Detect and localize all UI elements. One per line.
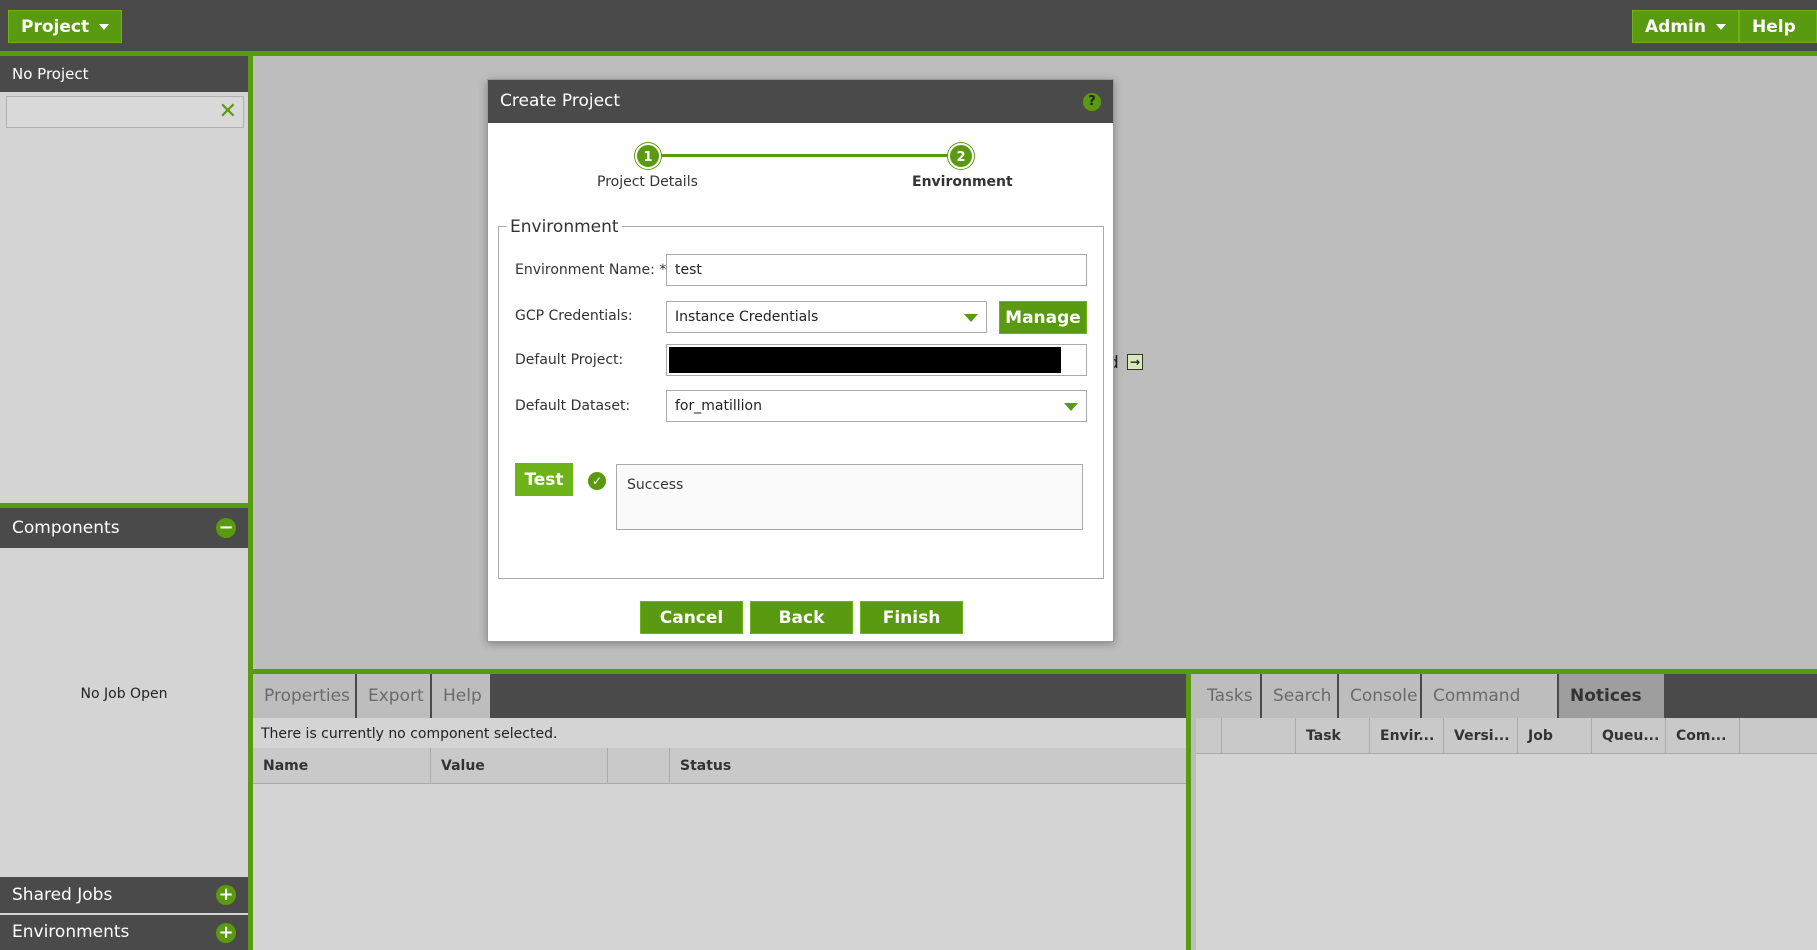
success-check-icon: ✓ [588,472,606,490]
components-header[interactable]: Components − [0,508,248,548]
top-bar: Project Admin Help [0,0,1817,63]
properties-grid-header: Name Value Status [253,748,1186,784]
tab-properties[interactable]: Properties [253,674,357,718]
finish-button[interactable]: Finish [860,601,963,634]
project-header: No Project [0,56,248,92]
environments-header[interactable]: Environments + [0,915,248,950]
tab-tasks[interactable]: Tasks [1196,674,1262,718]
back-button[interactable]: Back [750,601,853,634]
gcp-credentials-label: GCP Credentials: [515,308,633,324]
dialog-title: Create Project [500,91,621,111]
tasks-panel: Tasks Search Console Command Log Notices… [1196,674,1817,950]
create-project-dialog: Create Project ? 1 2 Project Details Env… [487,79,1114,642]
column-header-blank-3[interactable] [1740,718,1817,754]
help-menu-button[interactable]: Help [1739,10,1817,63]
column-header-value[interactable]: Value [431,748,608,784]
no-component-message: There is currently no component selected… [261,726,558,742]
default-dataset-select[interactable]: for_matillion [666,390,1087,422]
test-result-text: Success [627,477,684,493]
redacted-block [669,347,1061,373]
default-dataset-value: for_matillion [675,398,762,414]
step-2-indicator: 2 [948,143,974,169]
project-header-label: No Project [12,65,89,83]
help-icon[interactable]: ? [1083,93,1101,111]
gcp-credentials-select[interactable]: Instance Credentials [666,301,987,333]
shared-jobs-header[interactable]: Shared Jobs + [0,877,248,913]
fieldset-legend: Environment [507,217,622,237]
column-header-environment[interactable]: Envir... [1370,718,1444,754]
default-project-label: Default Project: [515,352,624,368]
tab-command-log[interactable]: Command Log [1422,674,1559,750]
chevron-down-icon[interactable] [964,314,978,322]
clear-icon[interactable]: ✕ [219,99,237,125]
properties-tab-bar: Properties Export Help [253,674,1186,718]
column-header-queued[interactable]: Queu... [1592,718,1666,754]
gcp-credentials-value: Instance Credentials [675,309,819,325]
expand-icon[interactable]: + [216,885,236,905]
components-header-label: Components [12,518,120,538]
tasks-grid-header: Task Envir... Versi... Job Queu... Com..… [1196,718,1817,754]
tab-export[interactable]: Export [357,674,432,718]
project-search-input[interactable]: ✕ [6,96,244,128]
environments-label: Environments [12,922,130,942]
column-header-blank[interactable] [608,748,670,784]
step-2-label: Environment [912,174,1013,190]
column-header-blank-2[interactable] [1222,718,1296,754]
tab-search[interactable]: Search [1262,674,1339,718]
column-header-completed[interactable]: Com... [1666,718,1740,754]
chevron-down-icon [99,24,110,30]
column-header-task[interactable]: Task [1296,718,1370,754]
wizard-progress-line [648,154,962,157]
tab-help[interactable]: Help [432,674,492,718]
manage-button[interactable]: Manage [999,301,1087,334]
admin-menu-label: Admin [1645,17,1706,37]
tab-console[interactable]: Console [1339,674,1422,718]
environment-name-field[interactable]: test [666,254,1087,286]
column-header-status[interactable]: Status [670,748,1186,784]
column-header-version[interactable]: Versi... [1444,718,1518,754]
arrow-into-box-icon[interactable]: → [1127,354,1143,370]
expand-icon[interactable]: + [216,923,236,943]
step-1-indicator: 1 [635,143,661,169]
cancel-button[interactable]: Cancel [640,601,743,634]
chevron-down-icon [1715,24,1726,30]
tab-notices[interactable]: Notices (2) [1559,674,1666,750]
collapse-icon[interactable]: − [216,518,236,538]
column-header-job[interactable]: Job [1518,718,1592,754]
step-1-label: Project Details [597,174,698,190]
no-job-open-text: No Job Open [80,686,168,702]
chevron-down-icon[interactable] [1064,403,1078,411]
help-menu-label: Help [1752,17,1796,37]
column-header-blank[interactable] [1196,718,1222,754]
environment-fieldset: Environment Environment Name: * test GCP… [498,217,1104,579]
test-button[interactable]: Test [515,463,573,496]
properties-panel: Properties Export Help There is currentl… [253,674,1191,950]
column-header-name[interactable]: Name [253,748,431,784]
test-result-box: Success [616,464,1083,530]
admin-menu-button[interactable]: Admin [1632,10,1739,43]
left-sidebar: No Project ✕ Components − No Job Open Sh… [0,56,253,950]
tasks-tab-bar: Tasks Search Console Command Log Notices… [1196,674,1817,750]
default-dataset-label: Default Dataset: [515,398,631,414]
dialog-header: Create Project ? [488,80,1113,123]
project-menu-label: Project [21,17,90,37]
project-menu-button[interactable]: Project [8,10,123,43]
environment-name-label: Environment Name: * [515,262,667,278]
shared-jobs-label: Shared Jobs [12,885,113,905]
default-project-field[interactable] [666,344,1087,376]
